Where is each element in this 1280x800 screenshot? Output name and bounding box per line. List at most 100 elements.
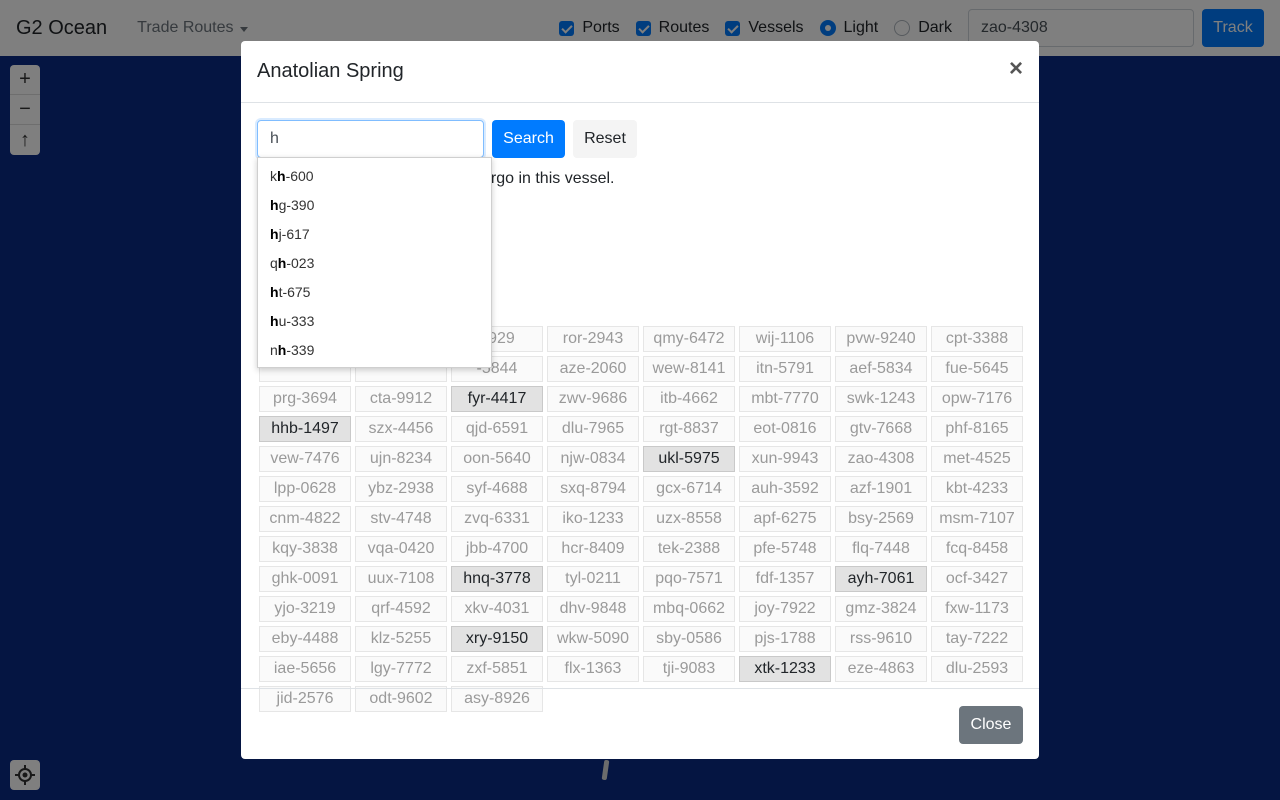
cargo-chip[interactable]: uzx-8558 — [643, 506, 735, 532]
cargo-chip[interactable]: jbb-4700 — [451, 536, 543, 562]
cargo-chip[interactable]: lpp-0628 — [259, 476, 351, 502]
cargo-chip[interactable]: rgt-8837 — [643, 416, 735, 442]
cargo-chip[interactable]: tay-7222 — [931, 626, 1023, 652]
cargo-chip[interactable]: xtk-1233 — [739, 656, 831, 682]
cargo-chip[interactable]: hcr-8409 — [547, 536, 639, 562]
reset-button[interactable]: Reset — [573, 120, 637, 158]
cargo-chip[interactable]: zxf-5851 — [451, 656, 543, 682]
cargo-chip[interactable]: dhv-9848 — [547, 596, 639, 622]
cargo-chip[interactable]: phf-8165 — [931, 416, 1023, 442]
cargo-search-input[interactable]: h — [257, 120, 484, 158]
search-button[interactable]: Search — [492, 120, 565, 158]
cargo-chip[interactable]: qrf-4592 — [355, 596, 447, 622]
cargo-chip[interactable]: pvw-9240 — [835, 326, 927, 352]
cargo-chip[interactable]: wij-1106 — [739, 326, 831, 352]
cargo-chip[interactable]: joy-7922 — [739, 596, 831, 622]
cargo-chip[interactable]: szx-4456 — [355, 416, 447, 442]
cargo-chip[interactable]: kqy-3838 — [259, 536, 351, 562]
cargo-chip[interactable]: wkw-5090 — [547, 626, 639, 652]
cargo-chip[interactable]: auh-3592 — [739, 476, 831, 502]
cargo-chip[interactable]: rss-9610 — [835, 626, 927, 652]
cargo-chip[interactable]: cnm-4822 — [259, 506, 351, 532]
cargo-chip[interactable]: fue-5645 — [931, 356, 1023, 382]
cargo-chip[interactable]: sby-0586 — [643, 626, 735, 652]
cargo-chip[interactable]: vqa-0420 — [355, 536, 447, 562]
cargo-chip[interactable]: apf-6275 — [739, 506, 831, 532]
cargo-chip[interactable]: itb-4662 — [643, 386, 735, 412]
cargo-chip[interactable]: pjs-1788 — [739, 626, 831, 652]
cargo-chip[interactable]: cpt-3388 — [931, 326, 1023, 352]
cargo-chip[interactable]: aze-2060 — [547, 356, 639, 382]
cargo-chip[interactable]: mbq-0662 — [643, 596, 735, 622]
cargo-chip[interactable]: qmy-6472 — [643, 326, 735, 352]
cargo-chip[interactable]: prg-3694 — [259, 386, 351, 412]
cargo-chip[interactable]: zvq-6331 — [451, 506, 543, 532]
cargo-chip[interactable]: ybz-2938 — [355, 476, 447, 502]
cargo-chip[interactable]: tek-2388 — [643, 536, 735, 562]
cargo-chip[interactable]: iae-5656 — [259, 656, 351, 682]
cargo-chip[interactable]: itn-5791 — [739, 356, 831, 382]
cargo-chip[interactable]: kbt-4233 — [931, 476, 1023, 502]
cargo-chip[interactable]: zwv-9686 — [547, 386, 639, 412]
cargo-chip[interactable]: ukl-5975 — [643, 446, 735, 472]
autocomplete-item[interactable]: q h -023 — [258, 248, 491, 277]
cargo-chip[interactable]: hhb-1497 — [259, 416, 351, 442]
cargo-chip[interactable]: ghk-0091 — [259, 566, 351, 592]
cargo-chip[interactable]: ujn-8234 — [355, 446, 447, 472]
cargo-chip[interactable]: cta-9912 — [355, 386, 447, 412]
cargo-chip[interactable]: aef-5834 — [835, 356, 927, 382]
cargo-chip[interactable]: dlu-7965 — [547, 416, 639, 442]
close-button[interactable]: Close — [959, 706, 1023, 744]
cargo-chip[interactable]: eot-0816 — [739, 416, 831, 442]
cargo-chip[interactable]: fdf-1357 — [739, 566, 831, 592]
cargo-chip[interactable]: sxq-8794 — [547, 476, 639, 502]
cargo-chip[interactable]: fyr-4417 — [451, 386, 543, 412]
autocomplete-item[interactable]: k h -600 — [258, 161, 491, 190]
autocomplete-item[interactable]: h u-333 — [258, 306, 491, 335]
cargo-chip[interactable]: ror-2943 — [547, 326, 639, 352]
autocomplete-item[interactable]: h g-390 — [258, 190, 491, 219]
cargo-chip[interactable]: hnq-3778 — [451, 566, 543, 592]
cargo-chip[interactable]: flq-7448 — [835, 536, 927, 562]
cargo-chip[interactable]: tyl-0211 — [547, 566, 639, 592]
cargo-chip[interactable]: gmz-3824 — [835, 596, 927, 622]
cargo-chip[interactable]: stv-4748 — [355, 506, 447, 532]
cargo-chip[interactable]: zao-4308 — [835, 446, 927, 472]
cargo-chip[interactable]: yjo-3219 — [259, 596, 351, 622]
cargo-chip[interactable]: xun-9943 — [739, 446, 831, 472]
close-icon[interactable]: × — [1009, 57, 1023, 81]
autocomplete-item[interactable]: h j-617 — [258, 219, 491, 248]
cargo-chip[interactable]: tji-9083 — [643, 656, 735, 682]
cargo-chip[interactable]: ayh-7061 — [835, 566, 927, 592]
cargo-chip[interactable]: swk-1243 — [835, 386, 927, 412]
cargo-chip[interactable]: wew-8141 — [643, 356, 735, 382]
cargo-chip[interactable]: gtv-7668 — [835, 416, 927, 442]
cargo-chip[interactable]: eby-4488 — [259, 626, 351, 652]
cargo-chip[interactable]: pfe-5748 — [739, 536, 831, 562]
cargo-chip[interactable]: fxw-1173 — [931, 596, 1023, 622]
cargo-chip[interactable]: pqo-7571 — [643, 566, 735, 592]
cargo-chip[interactable]: msm-7107 — [931, 506, 1023, 532]
cargo-chip[interactable]: iko-1233 — [547, 506, 639, 532]
cargo-chip[interactable]: gcx-6714 — [643, 476, 735, 502]
cargo-chip[interactable]: mbt-7770 — [739, 386, 831, 412]
cargo-chip[interactable]: eze-4863 — [835, 656, 927, 682]
cargo-chip[interactable]: flx-1363 — [547, 656, 639, 682]
cargo-chip[interactable]: azf-1901 — [835, 476, 927, 502]
cargo-chip[interactable]: syf-4688 — [451, 476, 543, 502]
cargo-chip[interactable]: xry-9150 — [451, 626, 543, 652]
cargo-chip[interactable]: dlu-2593 — [931, 656, 1023, 682]
cargo-chip[interactable]: vew-7476 — [259, 446, 351, 472]
cargo-chip[interactable]: met-4525 — [931, 446, 1023, 472]
cargo-chip[interactable]: uux-7108 — [355, 566, 447, 592]
cargo-chip[interactable]: xkv-4031 — [451, 596, 543, 622]
cargo-chip[interactable]: fcq-8458 — [931, 536, 1023, 562]
cargo-chip[interactable]: oon-5640 — [451, 446, 543, 472]
autocomplete-item[interactable]: h t-675 — [258, 277, 491, 306]
cargo-chip[interactable]: ocf-3427 — [931, 566, 1023, 592]
cargo-chip[interactable]: klz-5255 — [355, 626, 447, 652]
cargo-chip[interactable]: qjd-6591 — [451, 416, 543, 442]
autocomplete-item[interactable]: n h -339 — [258, 335, 491, 364]
cargo-chip[interactable]: njw-0834 — [547, 446, 639, 472]
cargo-chip[interactable]: opw-7176 — [931, 386, 1023, 412]
